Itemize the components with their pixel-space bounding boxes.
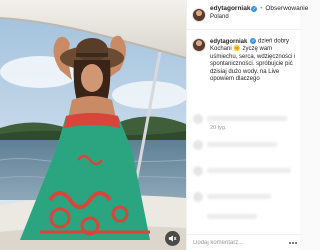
verified-badge-icon: ✓ (250, 38, 257, 44)
header-user-line: edytagorniak ✓ • Obserwowanie (210, 5, 308, 12)
caption-username[interactable]: edytagorniak (210, 39, 247, 45)
caption: edytagorniak ✓ dzień dobry Kochani 🌞 życz… (210, 38, 298, 84)
photo-woman-on-boat (0, 0, 186, 250)
speaker-muted-icon (168, 235, 177, 242)
more-options-icon[interactable] (288, 238, 298, 248)
blurred-comments (191, 110, 297, 230)
post-media-video[interactable] (0, 0, 186, 250)
post-side-panel: edytagorniak ✓ • Obserwowanie Poland edyt… (186, 0, 308, 250)
verified-badge-icon: ✓ (251, 5, 258, 12)
comment-input[interactable] (193, 237, 283, 249)
caption-avatar[interactable] (192, 38, 206, 52)
header-username[interactable]: edytagorniak (210, 5, 250, 12)
comment-footer (187, 234, 301, 250)
mute-button[interactable] (165, 231, 180, 246)
separator: • (260, 5, 263, 12)
instagram-post: edytagorniak ✓ • Obserwowanie Poland edyt… (0, 0, 308, 250)
avatar[interactable] (192, 8, 206, 22)
following-button[interactable]: Obserwowanie (265, 5, 308, 12)
post-header: edytagorniak ✓ • Obserwowanie Poland (187, 0, 308, 30)
caption-text: dzień dobry Kochani 🌞 życzę wam uśmiechu… (210, 38, 296, 83)
location-link[interactable]: Poland (210, 14, 229, 20)
